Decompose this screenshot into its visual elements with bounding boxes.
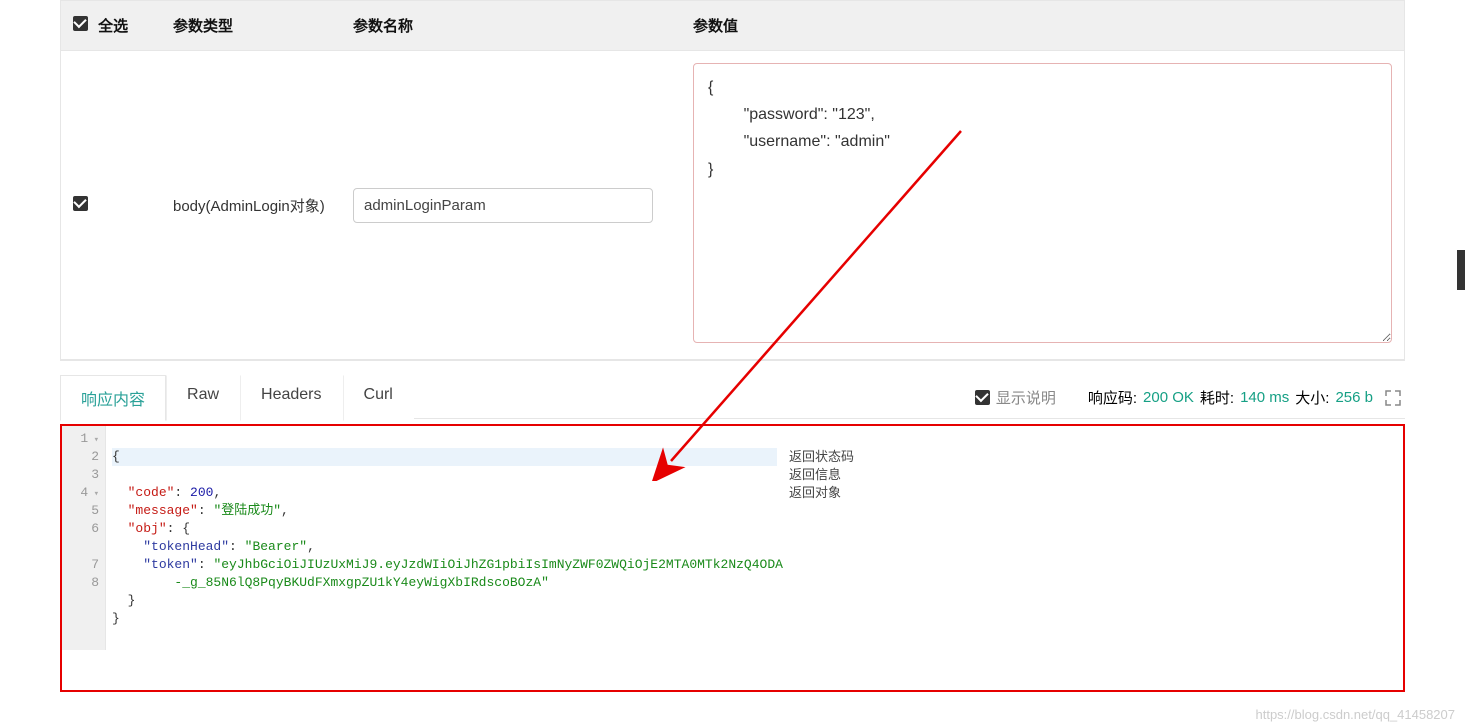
tab-raw[interactable]: Raw xyxy=(166,375,240,421)
resp-size-value: 256 b xyxy=(1335,389,1373,406)
resp-time-value: 140 ms xyxy=(1240,389,1289,406)
expand-icon[interactable] xyxy=(1385,390,1401,406)
response-code-box: 1 2 3 4 5 6 7 8 { "code": 200, "message"… xyxy=(60,424,1405,692)
params-table-container: 全选 参数类型 参数名称 参数值 body(AdminLogin对象) xyxy=(60,0,1405,361)
header-row: 全选 参数类型 参数名称 参数值 xyxy=(61,1,1404,51)
show-desc-label: 显示说明 xyxy=(996,387,1056,408)
header-param-name: 参数名称 xyxy=(341,1,681,51)
comment-obj: 返回对象 xyxy=(789,484,1397,502)
tab-response[interactable]: 响应内容 xyxy=(60,375,166,421)
tab-headers[interactable]: Headers xyxy=(240,375,342,421)
line-gutter: 1 2 3 4 5 6 7 8 xyxy=(62,426,106,650)
comment-code: 返回状态码 xyxy=(789,448,1397,466)
header-select-all[interactable]: 全选 xyxy=(61,1,161,51)
row-param-type: body(AdminLogin对象) xyxy=(161,51,341,360)
response-bar: 响应内容 Raw Headers Curl 显示说明 响应码: 200 OK 耗时… xyxy=(60,375,1405,422)
response-tabs: 响应内容 Raw Headers Curl xyxy=(60,375,414,421)
row-checkbox[interactable] xyxy=(73,196,88,211)
param-name-input[interactable] xyxy=(353,188,653,223)
response-comments: 返回状态码 返回信息 返回对象 xyxy=(783,426,1403,650)
tab-curl[interactable]: Curl xyxy=(343,375,414,421)
resp-code-label: 响应码: xyxy=(1088,387,1137,408)
select-all-label: 全选 xyxy=(98,18,128,35)
response-code[interactable]: { "code": 200, "message": "登陆成功", "obj":… xyxy=(106,426,783,650)
show-desc-checkbox[interactable] xyxy=(975,390,990,405)
table-row: body(AdminLogin对象) xyxy=(61,51,1404,360)
param-value-textarea[interactable] xyxy=(693,63,1392,343)
resp-size-label: 大小: xyxy=(1295,387,1329,408)
response-meta: 显示说明 响应码: 200 OK 耗时: 140 ms 大小: 256 b xyxy=(975,377,1405,419)
comment-msg: 返回信息 xyxy=(789,466,1397,484)
right-dock-handle[interactable] xyxy=(1457,250,1465,290)
select-all-checkbox[interactable] xyxy=(73,16,88,31)
watermark: https://blog.csdn.net/qq_41458207 xyxy=(1256,707,1456,722)
resp-code-value: 200 OK xyxy=(1143,389,1194,406)
header-param-value: 参数值 xyxy=(681,1,1404,51)
resp-time-label: 耗时: xyxy=(1200,387,1234,408)
params-table: 全选 参数类型 参数名称 参数值 body(AdminLogin对象) xyxy=(61,1,1404,360)
row-checkbox-cell xyxy=(61,51,161,360)
header-param-type: 参数类型 xyxy=(161,1,341,51)
row-param-name-cell xyxy=(341,51,681,360)
row-param-value-cell xyxy=(681,51,1404,360)
